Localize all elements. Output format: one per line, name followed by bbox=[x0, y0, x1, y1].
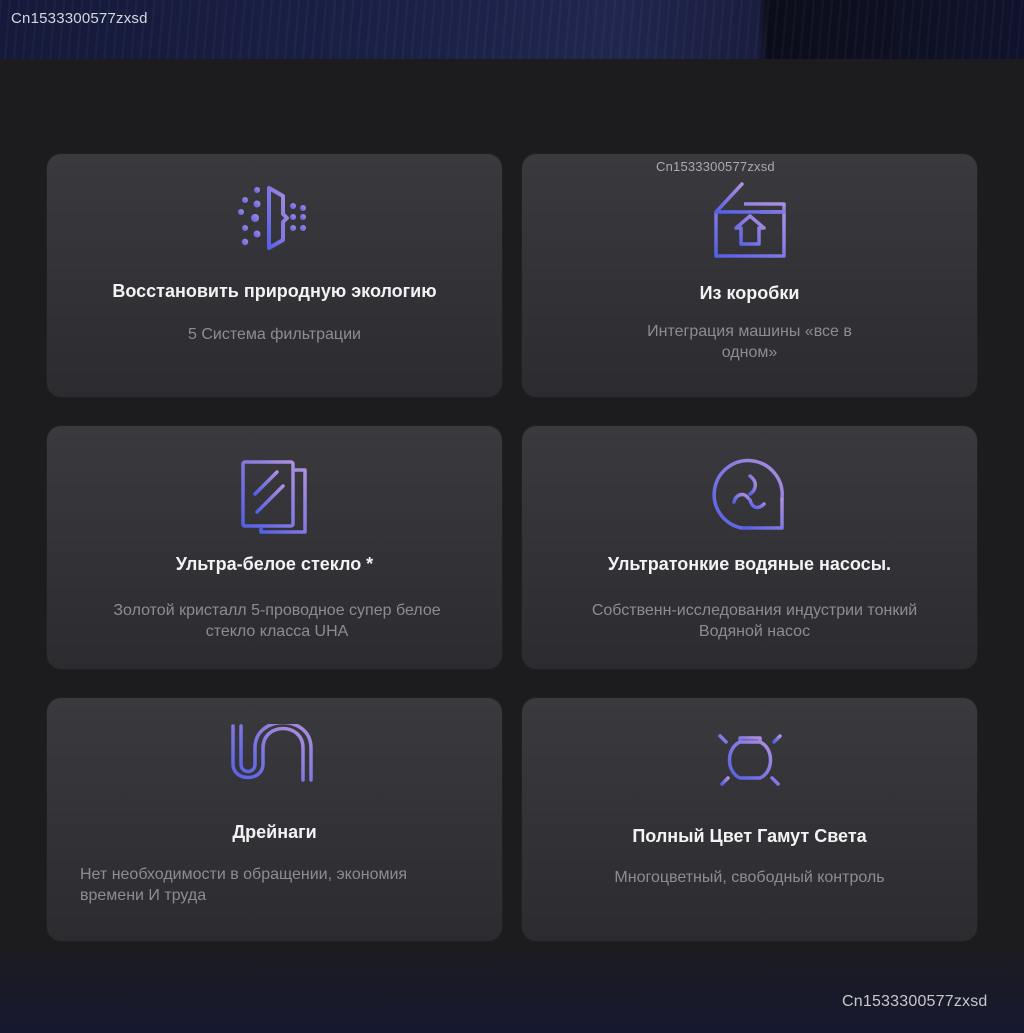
feature-title: Ультра-белое стекло * bbox=[175, 554, 374, 574]
feature-card-out-of-box: Cn1533300577zxsd Из коробки Интеграция м… bbox=[522, 154, 977, 397]
feature-card-ecology: Восстановить природную экологию 5 Систем… bbox=[47, 154, 502, 397]
feature-description: Собственн-исследования индустрии тонкий … bbox=[591, 602, 918, 640]
feature-card-glass: Ультра-белое стекло * Золотой кристалл 5… bbox=[47, 426, 502, 669]
filter-spray-icon bbox=[235, 184, 315, 259]
feature-description: Интеграция машины «все в одном» bbox=[647, 323, 852, 361]
feature-title: Полный Цвет Гамут Света bbox=[632, 826, 867, 846]
feature-title: Дрейнаги bbox=[232, 822, 317, 842]
feature-card-light: Полный Цвет Гамут Света Многоцветный, св… bbox=[522, 698, 977, 941]
light-bulb-icon bbox=[708, 728, 792, 809]
box-upload-icon bbox=[710, 182, 790, 267]
feature-title: Восстановить природную экологию bbox=[112, 281, 437, 301]
feature-description: Нет необходимости в обращении, экономия … bbox=[80, 866, 408, 904]
watermark-top: Cn1533300577zxsd bbox=[11, 10, 148, 27]
water-pump-icon bbox=[711, 458, 788, 539]
header-banner-image bbox=[0, 0, 1024, 59]
feature-card-drainage: Дрейнаги Нет необходимости в обращении, … bbox=[47, 698, 502, 941]
footer-shade bbox=[0, 940, 1024, 1033]
glass-panel-icon bbox=[237, 458, 313, 539]
drain-pipe-icon bbox=[229, 720, 321, 805]
feature-title: Ультратонкие водяные насосы. bbox=[607, 554, 892, 574]
watermark-bottom: Cn1533300577zxsd bbox=[842, 993, 988, 1010]
feature-description: 5 Система фильтрации bbox=[188, 326, 361, 343]
feature-description: Многоцветный, свободный контроль bbox=[614, 869, 885, 886]
watermark-card: Cn1533300577zxsd bbox=[656, 159, 775, 174]
feature-card-water-pump: Ультратонкие водяные насосы. Собственн-и… bbox=[522, 426, 977, 669]
feature-description: Золотой кристалл 5-проводное супер белое… bbox=[113, 602, 441, 640]
feature-title: Из коробки bbox=[699, 283, 800, 303]
